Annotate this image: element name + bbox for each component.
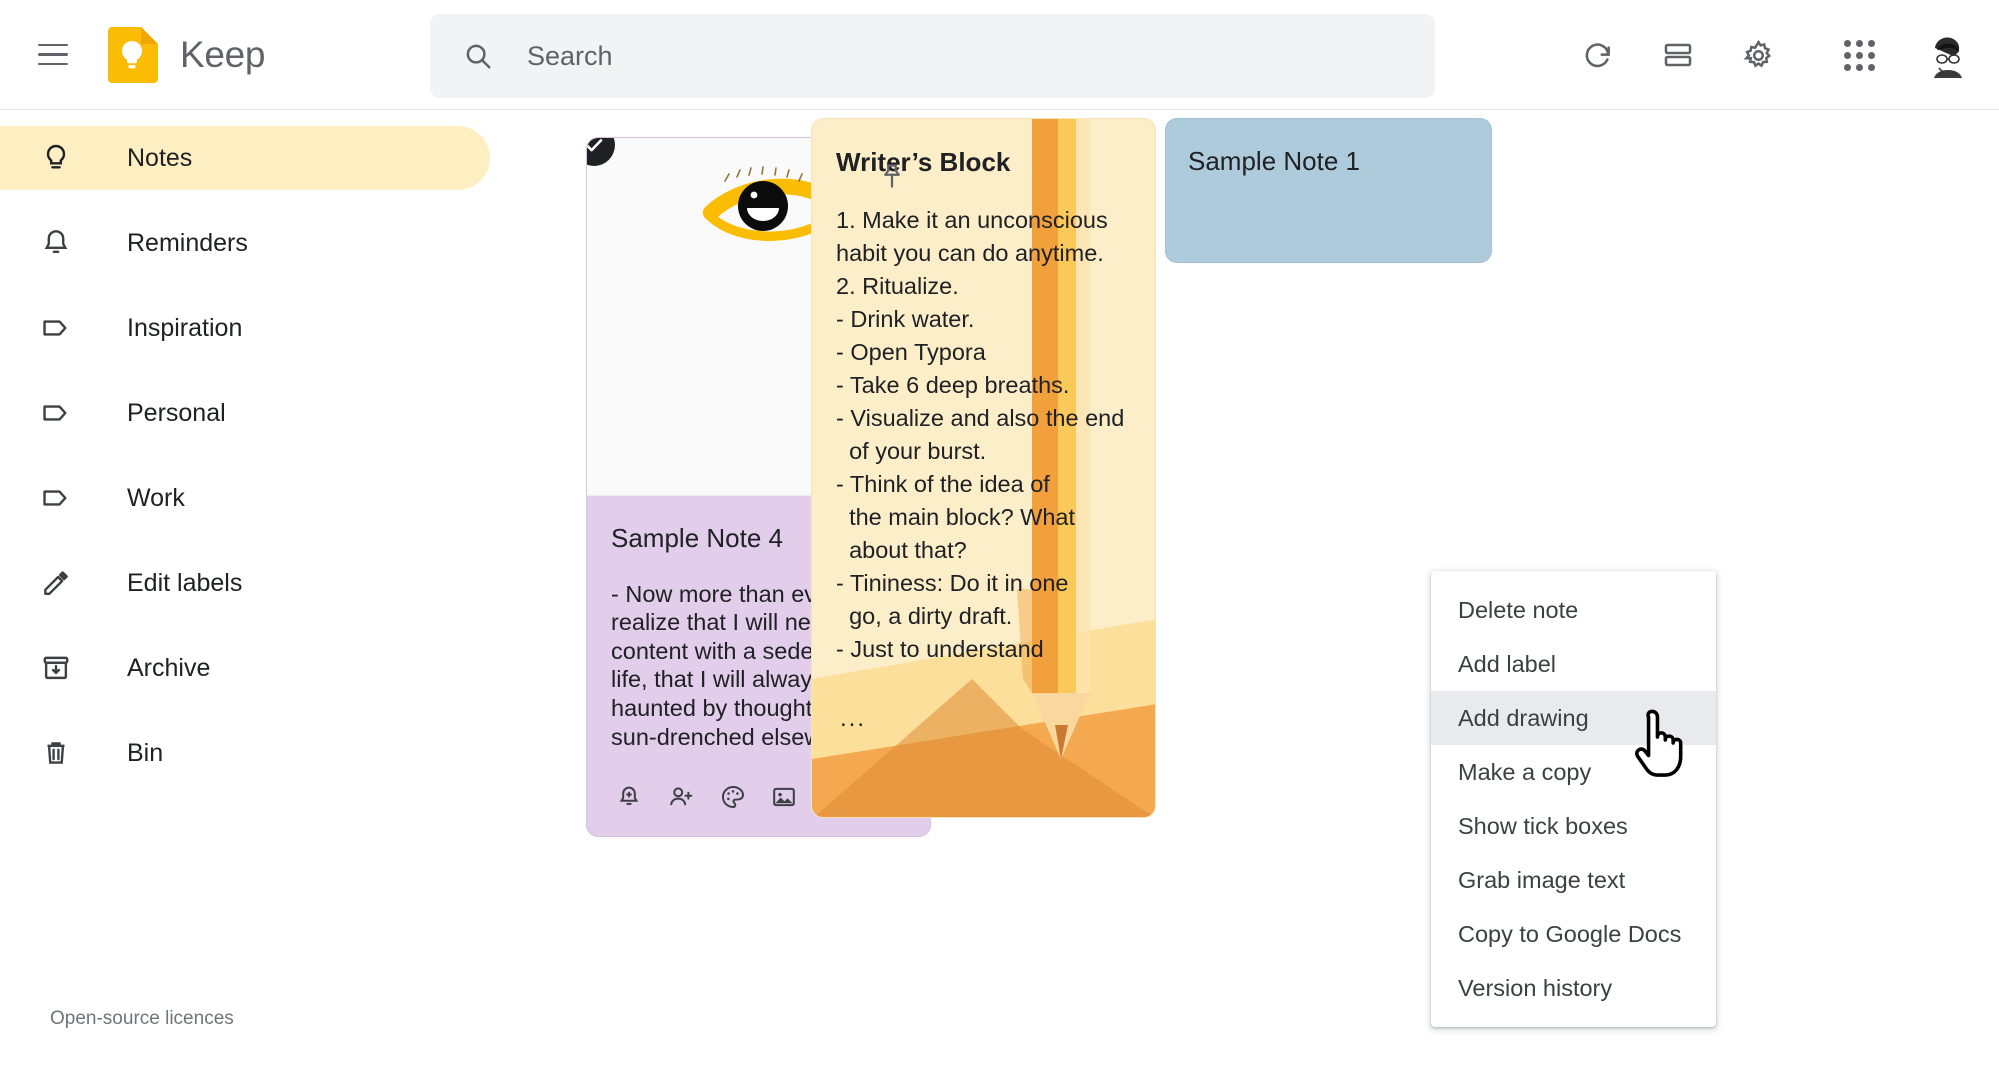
sidebar-item-personal[interactable]: Personal bbox=[0, 381, 490, 445]
menu-item-version-history[interactable]: Version history bbox=[1431, 961, 1716, 1015]
top-app-bar: Keep bbox=[0, 0, 1999, 110]
sidebar-item-label: Archive bbox=[127, 653, 211, 682]
pencil-icon bbox=[38, 565, 74, 601]
open-source-licences-link[interactable]: Open-source licences bbox=[50, 1008, 234, 1030]
search-input[interactable] bbox=[527, 40, 1347, 72]
sidebar-item-label: Reminders bbox=[127, 228, 248, 257]
note-context-menu: Delete note Add label Add drawing Make a… bbox=[1431, 571, 1716, 1027]
menu-item-delete-note[interactable]: Delete note bbox=[1431, 583, 1716, 637]
note-title: Sample Note 1 bbox=[1188, 146, 1360, 176]
label-tag-icon bbox=[38, 480, 74, 516]
hamburger-menu-icon[interactable] bbox=[22, 24, 84, 86]
remind-me-bell-plus-icon[interactable] bbox=[603, 770, 655, 824]
gear-icon[interactable] bbox=[1727, 24, 1789, 86]
sidebar-item-edit-labels[interactable]: Edit labels bbox=[0, 551, 490, 615]
apps-grid-icon[interactable] bbox=[1828, 24, 1890, 86]
menu-item-make-a-copy[interactable]: Make a copy bbox=[1431, 745, 1716, 799]
note-text: 1. Make it an unconscious habit you can … bbox=[836, 207, 1125, 663]
top-bar-actions bbox=[1558, 0, 1981, 110]
sidebar-item-label: Work bbox=[127, 483, 185, 512]
note-card-writers-block[interactable]: Writer’s Block 1. Make it an unconscious… bbox=[811, 118, 1156, 818]
collaborator-person-add-icon[interactable] bbox=[655, 770, 707, 824]
label-tag-icon bbox=[38, 310, 74, 346]
sidebar-item-inspiration[interactable]: Inspiration bbox=[0, 296, 490, 360]
sidebar-item-label: Personal bbox=[127, 398, 226, 427]
bell-icon bbox=[38, 225, 74, 261]
menu-item-show-tick-boxes[interactable]: Show tick boxes bbox=[1431, 799, 1716, 853]
sidebar-item-label: Edit labels bbox=[127, 568, 243, 597]
add-image-icon[interactable] bbox=[758, 770, 810, 824]
pin-icon[interactable] bbox=[870, 154, 914, 198]
keep-lightbulb-icon bbox=[108, 26, 158, 83]
note-content: Writer’s Block 1. Make it an unconscious… bbox=[812, 119, 1155, 666]
label-tag-icon bbox=[38, 395, 74, 431]
sidebar-item-label: Inspiration bbox=[127, 313, 243, 342]
sidebar-item-label: Bin bbox=[127, 738, 164, 767]
refresh-icon[interactable] bbox=[1567, 24, 1629, 86]
avatar[interactable] bbox=[1921, 28, 1975, 82]
menu-item-add-label[interactable]: Add label bbox=[1431, 637, 1716, 691]
menu-item-grab-image-text[interactable]: Grab image text bbox=[1431, 853, 1716, 907]
keep-app-window: Keep Search Notes Reminders Inspiration … bbox=[0, 0, 1999, 1067]
search-icon bbox=[463, 41, 493, 71]
sidebar-item-archive[interactable]: Archive bbox=[0, 636, 490, 700]
list-view-icon[interactable] bbox=[1647, 24, 1709, 86]
note-overflow-indicator: ... bbox=[840, 705, 867, 732]
search-bar[interactable] bbox=[430, 14, 1435, 98]
sidebar-item-notes[interactable]: Notes bbox=[0, 126, 490, 190]
sidebar-item-bin[interactable]: Bin bbox=[0, 721, 490, 785]
app-title: Keep bbox=[180, 33, 266, 75]
menu-item-add-drawing[interactable]: Add drawing bbox=[1431, 691, 1716, 745]
sidebar-item-label: Notes bbox=[127, 143, 193, 172]
sidebar-item-work[interactable]: Work bbox=[0, 466, 490, 530]
note-card-sample-note-1[interactable]: Sample Note 1 bbox=[1165, 118, 1492, 263]
archive-icon bbox=[38, 650, 74, 686]
sidebar-item-reminders[interactable]: Reminders bbox=[0, 211, 490, 275]
trash-icon bbox=[38, 735, 74, 771]
sidebar: Notes Reminders Inspiration Personal Wor… bbox=[0, 110, 500, 1067]
lightbulb-icon bbox=[38, 140, 74, 176]
background-options-palette-icon[interactable] bbox=[707, 770, 759, 824]
menu-item-copy-to-google-docs[interactable]: Copy to Google Docs bbox=[1431, 907, 1716, 961]
notes-grid: Sample Note 4 - Now more than ever do I … bbox=[500, 110, 1999, 1067]
brand[interactable]: Keep bbox=[108, 26, 266, 83]
